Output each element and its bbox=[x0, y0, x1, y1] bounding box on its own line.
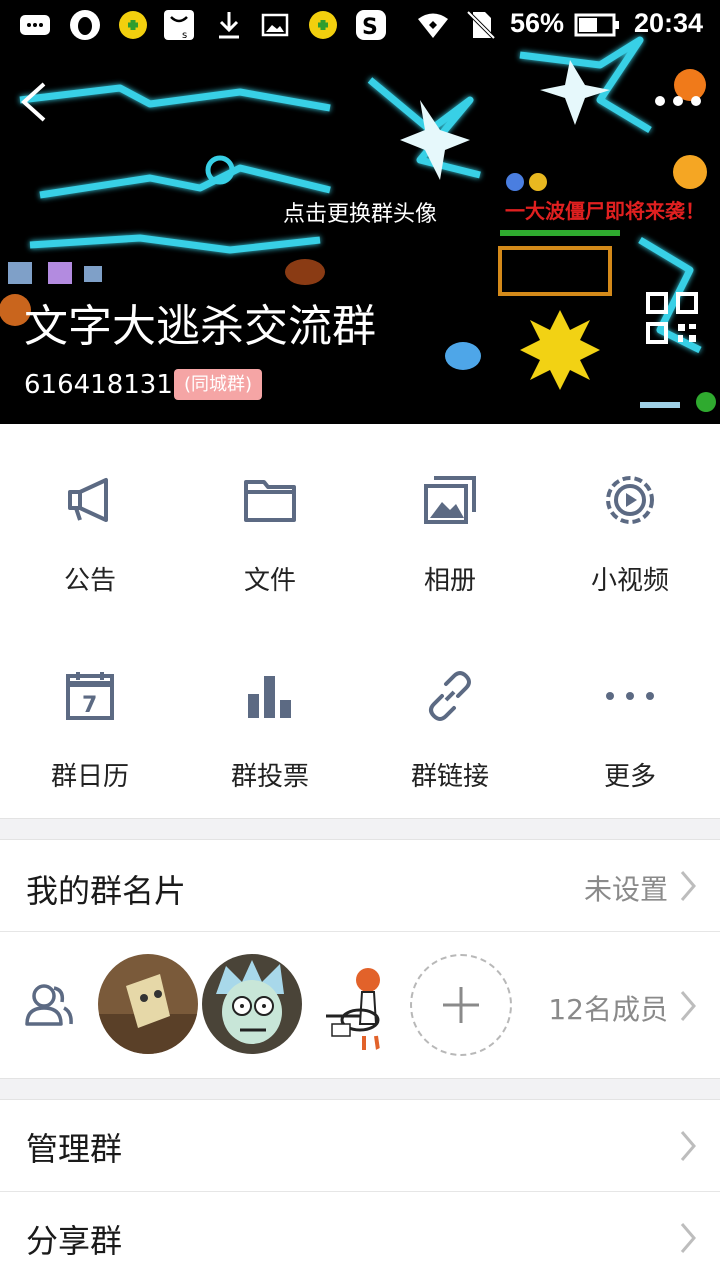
grid-label: 相册 bbox=[423, 566, 476, 596]
more-dots-icon[interactable] bbox=[650, 86, 706, 116]
members-icon bbox=[25, 984, 73, 1026]
announcement-button[interactable]: 公告 bbox=[0, 424, 180, 620]
plus-app-icon bbox=[309, 11, 337, 39]
message-icon bbox=[20, 15, 50, 35]
row-value: 未设置 bbox=[583, 873, 668, 906]
plus-icon bbox=[443, 987, 479, 1023]
back-arrow-icon[interactable] bbox=[14, 78, 58, 126]
section-gap bbox=[0, 818, 720, 840]
wifi-icon bbox=[418, 13, 448, 38]
files-button[interactable]: 文件 bbox=[180, 424, 360, 620]
share-group-row[interactable]: 分享群 bbox=[0, 1192, 720, 1280]
group-id: 616418131 bbox=[24, 370, 173, 400]
section-gap bbox=[0, 1078, 720, 1100]
status-bar: s S 56% 20:34 bbox=[0, 0, 720, 52]
manage-group-row[interactable]: 管理群 bbox=[0, 1100, 720, 1190]
qq-icon bbox=[70, 10, 100, 40]
calendar-icon: 7 bbox=[66, 672, 114, 720]
album-button[interactable]: 相册 bbox=[360, 424, 540, 620]
megaphone-icon bbox=[68, 478, 108, 522]
group-header[interactable]: 一大波僵尸即将来袭！ s S 56% 20:34 点击更换群头像 文字大逃杀交流… bbox=[0, 0, 720, 424]
member-avatar[interactable] bbox=[98, 954, 198, 1054]
group-name: 文字大逃杀交流群 bbox=[24, 301, 376, 352]
more-button[interactable]: 更多 bbox=[540, 620, 720, 816]
more-horizontal-icon bbox=[606, 692, 654, 700]
member-avatar[interactable] bbox=[202, 954, 302, 1054]
grid-label: 群链接 bbox=[410, 762, 489, 792]
video-icon bbox=[606, 476, 654, 524]
gallery-icon bbox=[261, 13, 289, 37]
my-group-card-row[interactable]: 我的群名片 未设置 bbox=[0, 840, 720, 930]
clock: 20:34 bbox=[634, 8, 704, 38]
chevron-right-icon bbox=[680, 991, 696, 1021]
store-icon: s bbox=[164, 10, 194, 41]
member-count: 12名成员 bbox=[548, 993, 668, 1026]
vote-button[interactable]: 群投票 bbox=[180, 620, 360, 816]
member-avatar[interactable] bbox=[306, 954, 406, 1054]
row-label: 管理群 bbox=[26, 1130, 123, 1168]
battery-percent: 56% bbox=[510, 8, 565, 38]
change-avatar-link[interactable]: 点击更换群头像 bbox=[250, 196, 470, 228]
grid-label: 更多 bbox=[603, 762, 656, 792]
chevron-right-icon bbox=[680, 871, 696, 901]
chevron-right-icon bbox=[680, 1131, 696, 1161]
city-group-badge: (同城群) bbox=[174, 369, 263, 400]
sogou-icon: S bbox=[356, 10, 386, 40]
grid-label: 文件 bbox=[243, 566, 296, 596]
qr-code-icon[interactable] bbox=[646, 292, 698, 344]
grid-label: 群日历 bbox=[50, 762, 129, 792]
svg-text:一大波僵尸即将来袭！: 一大波僵尸即将来袭！ bbox=[505, 199, 705, 223]
feature-grid: 公告 文件 相册 小视频 7 群日历 群投票 群链接 更多 bbox=[0, 424, 720, 818]
svg-text:S: S bbox=[362, 15, 378, 40]
chevron-right-icon bbox=[680, 1223, 696, 1253]
row-label: 我的群名片 bbox=[26, 872, 187, 910]
short-video-button[interactable]: 小视频 bbox=[540, 424, 720, 620]
add-member-button[interactable] bbox=[410, 954, 512, 1056]
svg-text:7: 7 bbox=[82, 693, 97, 718]
row-label: 分享群 bbox=[26, 1222, 123, 1260]
svg-text:s: s bbox=[182, 30, 187, 41]
calendar-button[interactable]: 7 群日历 bbox=[0, 620, 180, 816]
download-icon bbox=[219, 12, 239, 39]
link-icon bbox=[429, 671, 471, 721]
grid-label: 公告 bbox=[63, 566, 116, 596]
group-link-button[interactable]: 群链接 bbox=[360, 620, 540, 816]
album-icon bbox=[424, 476, 476, 524]
grid-label: 小视频 bbox=[590, 566, 669, 596]
grid-label: 群投票 bbox=[230, 762, 309, 792]
no-sim-icon bbox=[466, 10, 496, 40]
battery-icon bbox=[574, 13, 619, 37]
folder-icon bbox=[244, 480, 296, 522]
plus-app-icon bbox=[119, 11, 147, 39]
bar-chart-icon bbox=[248, 676, 291, 718]
